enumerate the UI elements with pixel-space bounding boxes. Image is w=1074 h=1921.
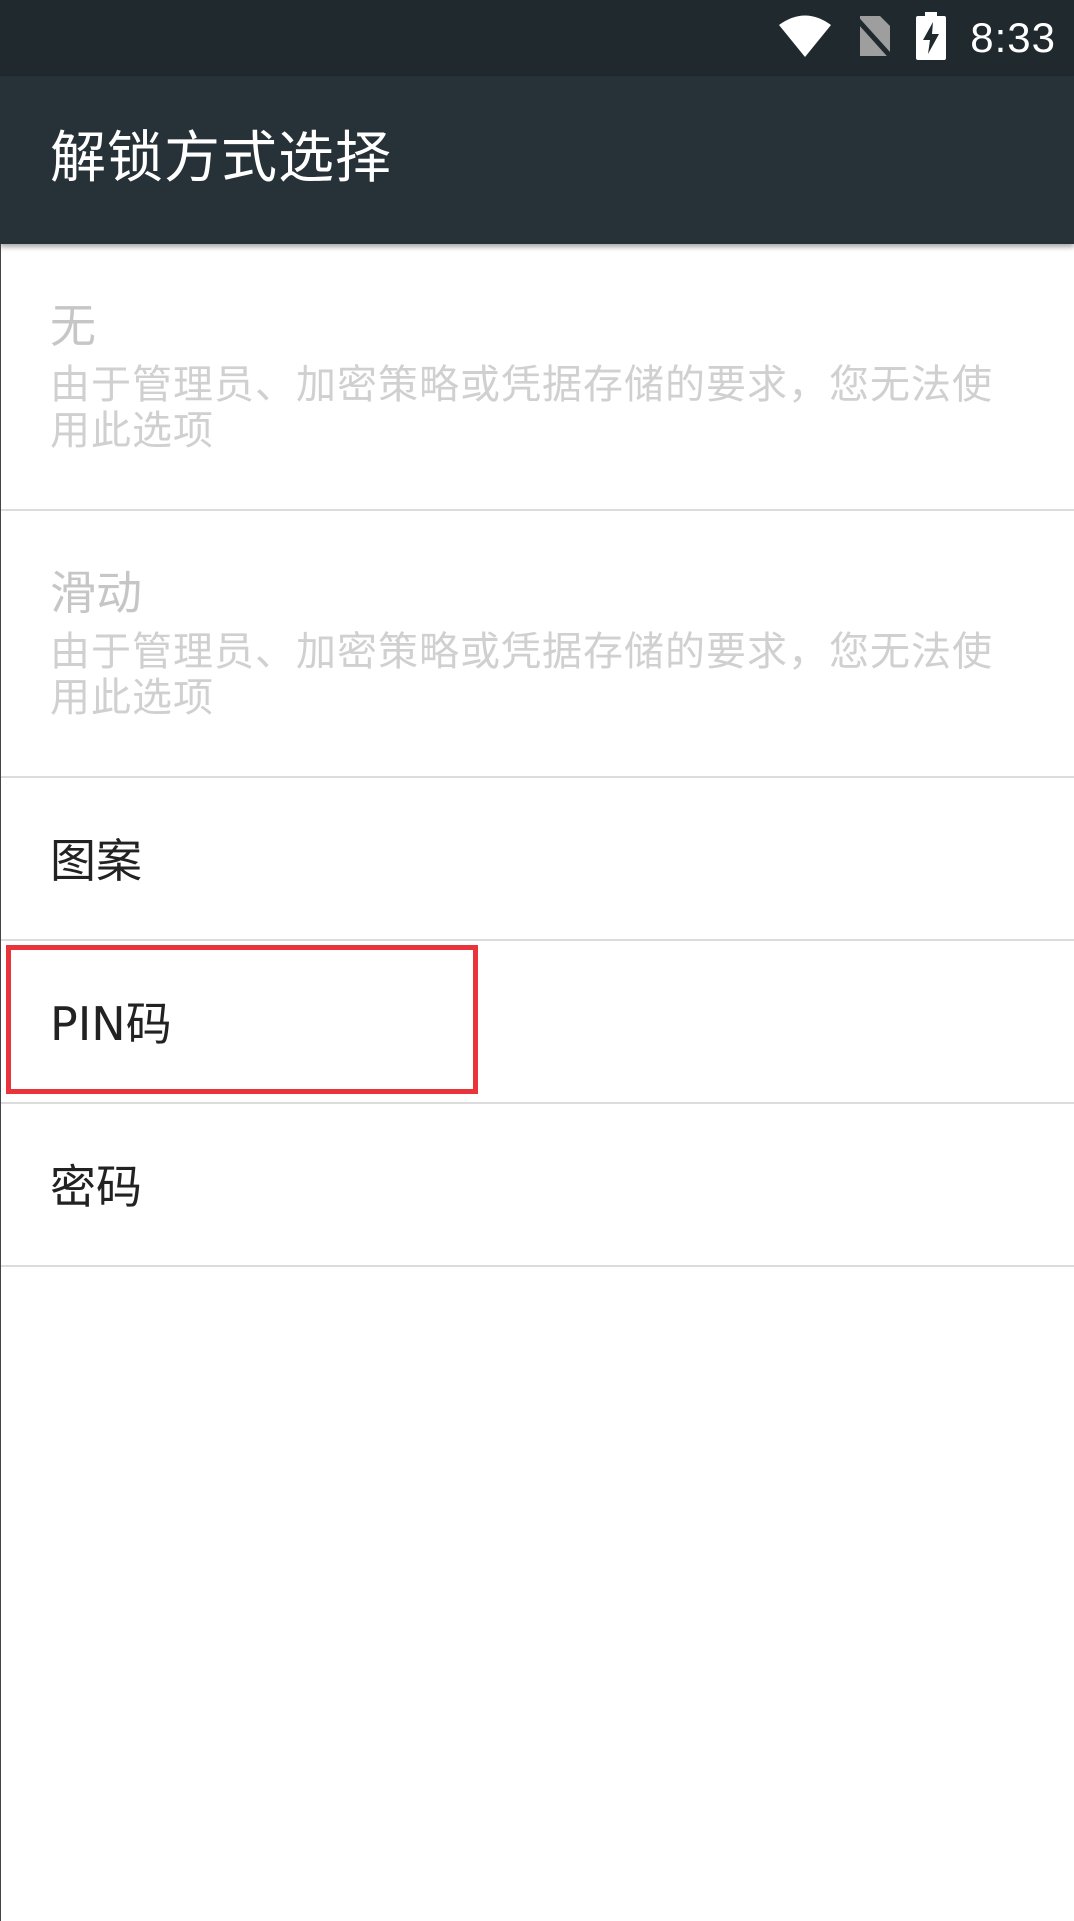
- option-summary: 由于管理员、加密策略或凭据存储的要求，您无法使用此选项: [50, 362, 993, 454]
- option-title: PIN码: [50, 997, 172, 1051]
- option-none: 无 由于管理员、加密策略或凭据存储的要求，您无法使用此选项: [0, 244, 1074, 511]
- option-pin[interactable]: PIN码: [0, 941, 1074, 1104]
- option-summary: 由于管理员、加密策略或凭据存储的要求，您无法使用此选项: [50, 629, 993, 721]
- status-bar: 8:33: [0, 0, 1074, 76]
- option-title: 密码: [50, 1160, 142, 1214]
- option-title: 无: [50, 299, 96, 353]
- option-title: 图案: [50, 834, 142, 888]
- page-title: 解锁方式选择: [50, 126, 392, 191]
- app-bar: 解锁方式选择: [0, 76, 1074, 244]
- left-edge-divider: [0, 244, 1, 1921]
- option-title: 滑动: [50, 566, 142, 620]
- option-pattern[interactable]: 图案: [0, 778, 1074, 941]
- wifi-icon: [778, 14, 832, 62]
- battery-charging-icon: [916, 12, 947, 64]
- status-icons: 8:33: [778, 0, 1056, 76]
- no-sim-icon: [854, 14, 895, 62]
- option-swipe: 滑动 由于管理员、加密策略或凭据存储的要求，您无法使用此选项: [0, 511, 1074, 778]
- unlock-options-list: 无 由于管理员、加密策略或凭据存储的要求，您无法使用此选项 滑动 由于管理员、加…: [0, 244, 1074, 1267]
- option-password[interactable]: 密码: [0, 1104, 1074, 1267]
- status-time: 8:33: [970, 14, 1056, 61]
